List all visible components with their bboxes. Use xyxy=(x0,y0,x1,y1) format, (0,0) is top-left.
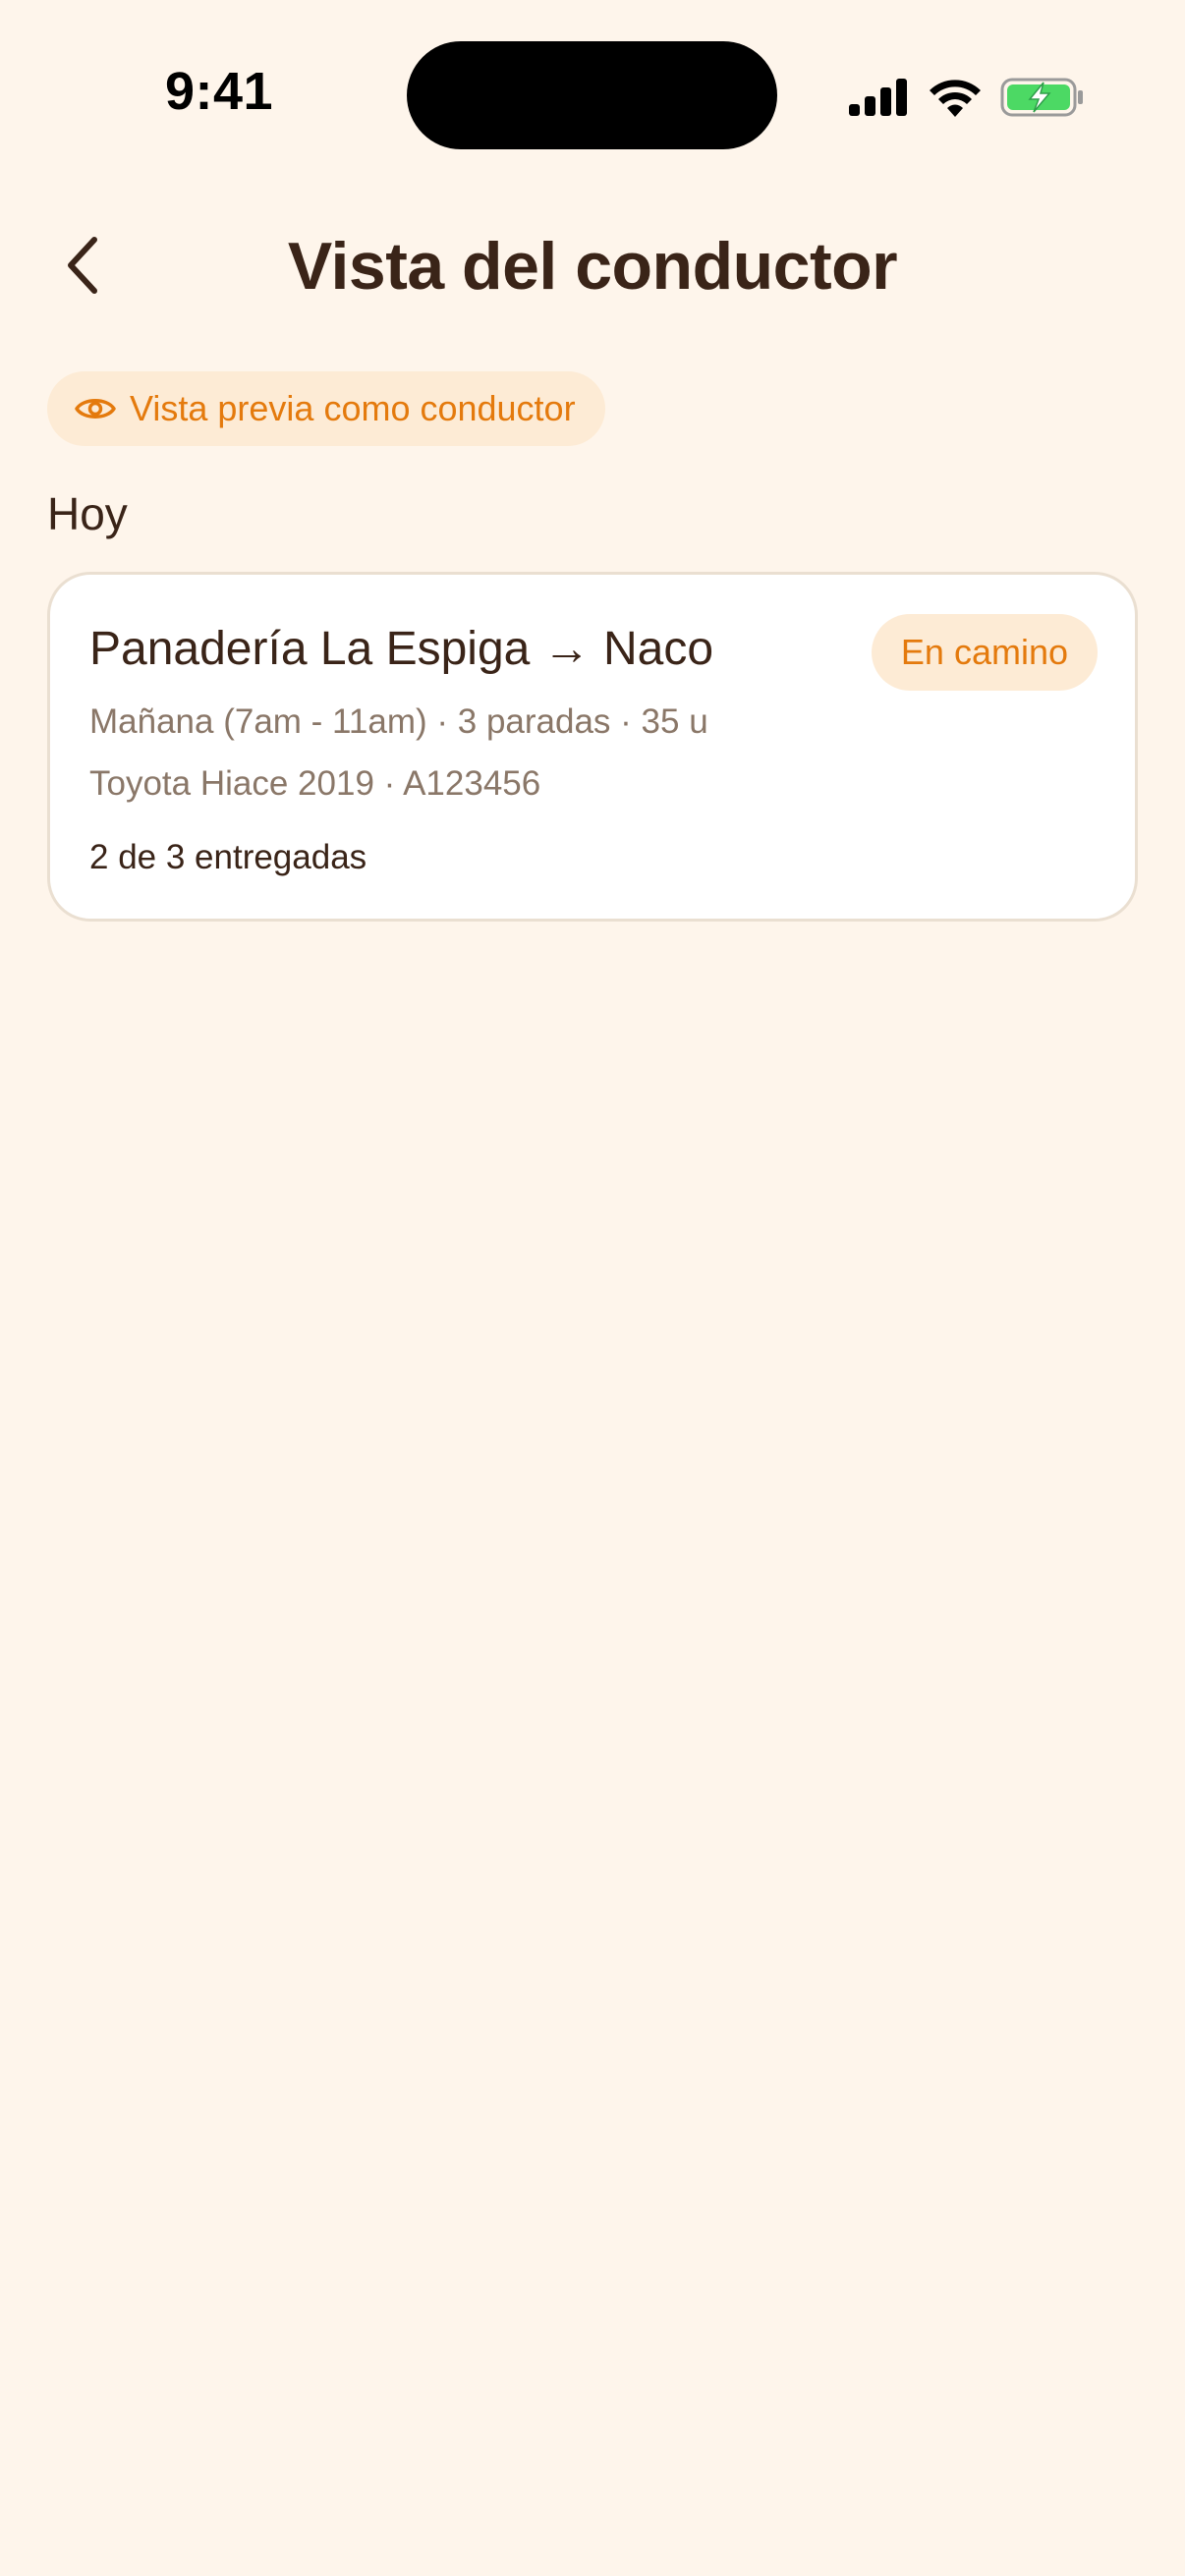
wifi-icon xyxy=(930,80,981,117)
route-vehicle: Toyota Hiace 2019 · A123456 xyxy=(89,764,541,803)
preview-chip-label: Vista previa como conductor xyxy=(130,388,576,428)
eye-icon xyxy=(75,399,116,419)
route-card[interactable]: Panadería La Espiga → Naco En camino Mañ… xyxy=(47,572,1138,922)
battery-charging-icon xyxy=(1000,78,1083,117)
status-bar: 9:41 xyxy=(0,0,1185,187)
header: Vista del conductor xyxy=(0,216,1185,314)
status-badge: En camino xyxy=(871,614,1098,691)
status-icons xyxy=(849,73,1085,122)
page-title: Vista del conductor xyxy=(287,229,898,304)
cellular-signal-icon xyxy=(849,79,907,116)
driver-preview-chip: Vista previa como conductor xyxy=(47,371,605,446)
status-time: 9:41 xyxy=(165,62,274,121)
delivery-progress: 2 de 3 entregadas xyxy=(89,838,367,876)
route-schedule-meta: Mañana (7am - 11am) · 3 paradas · 35 u xyxy=(89,702,708,741)
dynamic-island xyxy=(407,41,777,149)
route-title: Panadería La Espiga → Naco xyxy=(89,623,714,675)
section-heading-today: Hoy xyxy=(47,488,128,539)
